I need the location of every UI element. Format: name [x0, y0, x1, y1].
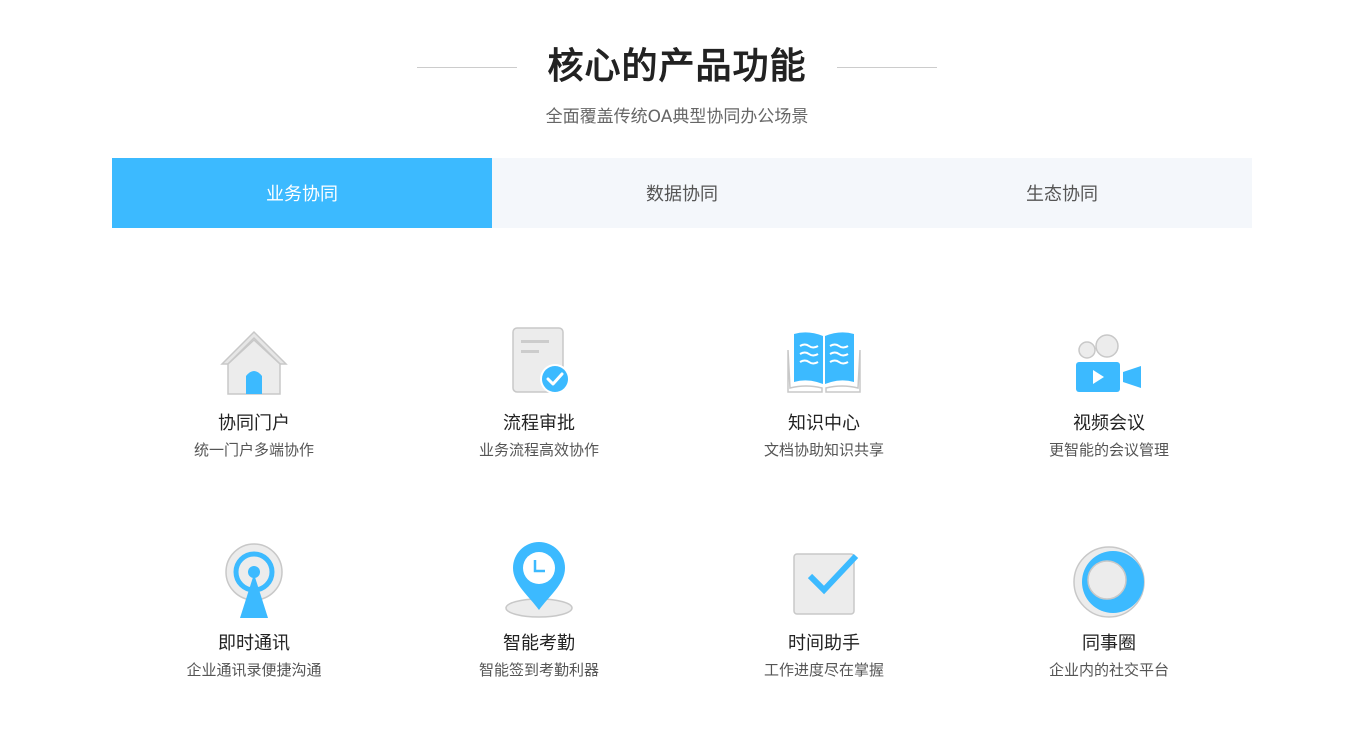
feature-desc: 工作进度尽在掌握 [763, 661, 884, 679]
feature-attendance[interactable]: 智能考勤 智能签到考勤利器 [397, 540, 681, 680]
tab-bar: 业务协同 数据协同 生态协同 [112, 158, 1252, 228]
circle-ring-icon [1073, 546, 1145, 618]
feature-desc: 企业通讯录便捷沟通 [186, 661, 322, 679]
tab-data-collaboration[interactable]: 数据协同 [492, 158, 872, 228]
signal-tower-icon [225, 543, 283, 618]
video-camera-icon [1076, 334, 1141, 392]
tab-ecosystem-collaboration[interactable]: 生态协同 [872, 158, 1252, 228]
tab-business-collaboration[interactable]: 业务协同 [112, 158, 492, 228]
section-title: 核心的产品功能 [547, 46, 807, 87]
feature-knowledge[interactable]: 知识中心 文档协助知识共享 [682, 320, 966, 460]
location-clock-icon [505, 542, 573, 618]
feature-name: 时间助手 [788, 633, 860, 654]
feature-portal[interactable]: 协同门户 统一门户多端协作 [112, 320, 396, 460]
section-subtitle: 全面覆盖传统OA典型协同办公场景 [545, 107, 809, 127]
feature-desc: 文档协助知识共享 [763, 441, 884, 459]
open-book-icon [787, 332, 861, 393]
feature-colleague-circle[interactable]: 同事圈 企业内的社交平台 [967, 540, 1251, 680]
feature-time-assistant[interactable]: 时间助手 工作进度尽在掌握 [682, 540, 966, 680]
title-divider-right [836, 66, 937, 68]
feature-desc: 更智能的会议管理 [1048, 441, 1169, 459]
feature-video-meeting[interactable]: 视频会议 更智能的会议管理 [967, 320, 1251, 460]
feature-instant-messaging[interactable]: 即时通讯 企业通讯录便捷沟通 [112, 540, 396, 680]
feature-desc: 智能签到考勤利器 [478, 661, 599, 679]
feature-desc: 统一门户多端协作 [193, 441, 314, 459]
document-check-icon [512, 327, 570, 394]
feature-name: 同事圈 [1082, 633, 1136, 654]
feature-name: 协同门户 [218, 413, 290, 434]
title-divider-left [417, 66, 518, 68]
title-row: 核心的产品功能 [0, 42, 1354, 92]
feature-name: 智能考勤 [503, 633, 575, 654]
feature-name: 流程审批 [503, 413, 575, 434]
feature-name: 知识中心 [788, 413, 860, 434]
feature-approval[interactable]: 流程审批 业务流程高效协作 [397, 320, 681, 460]
feature-name: 视频会议 [1073, 413, 1145, 434]
feature-name: 即时通讯 [218, 633, 290, 654]
section-header: 核心的产品功能 全面覆盖传统OA典型协同办公场景 [0, 0, 1354, 140]
feature-desc: 企业内的社交平台 [1048, 661, 1169, 679]
feature-desc: 业务流程高效协作 [478, 441, 599, 459]
checkbox-icon [793, 553, 859, 615]
home-icon [220, 330, 288, 395]
